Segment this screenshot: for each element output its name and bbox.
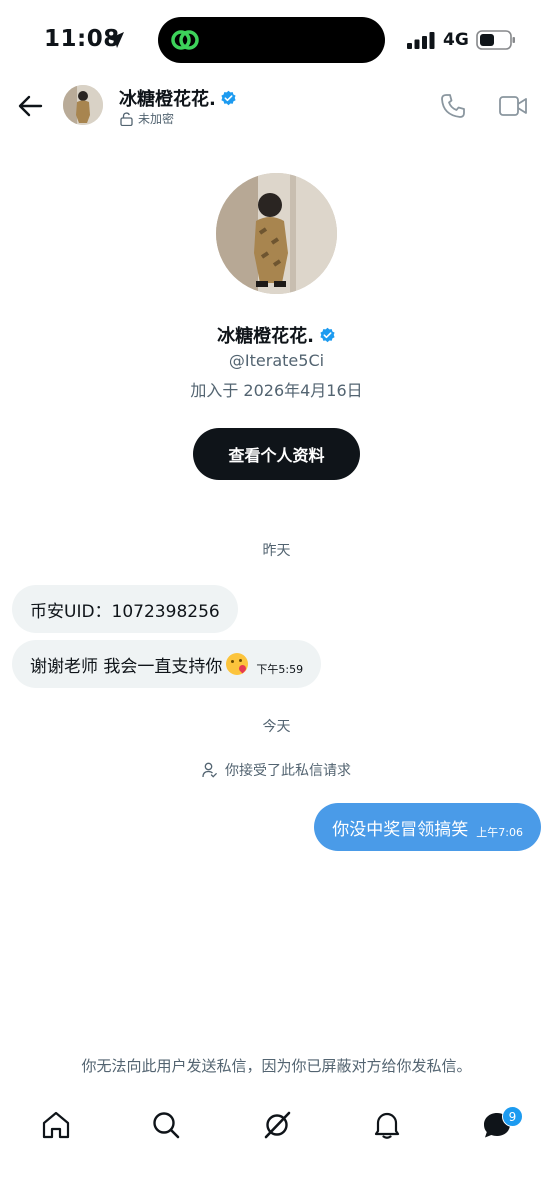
- encryption-status: 未加密: [120, 110, 174, 127]
- request-accepted-text: 你接受了此私信请求: [225, 763, 351, 779]
- cellular-signal-icon: [407, 32, 435, 49]
- encryption-label: 未加密: [138, 112, 175, 126]
- message-timestamp: 下午5:59: [256, 663, 304, 676]
- network-type: 4G: [443, 30, 469, 50]
- profile-handle: @Iterate5Ci: [228, 351, 325, 370]
- profile-name-text: 冰糖橙花花.: [217, 326, 314, 347]
- profile-photo: [216, 173, 337, 294]
- header-name[interactable]: 冰糖橙花花.: [119, 85, 237, 111]
- bell-icon[interactable]: [372, 1110, 402, 1140]
- verified-badge-icon: [221, 90, 236, 105]
- location-arrow-icon: [108, 32, 124, 48]
- unlock-icon: [120, 111, 133, 126]
- header-avatar[interactable]: [63, 85, 103, 125]
- profile-name: 冰糖橙花花.: [0, 322, 553, 348]
- message-bubble-outgoing[interactable]: 你没中奖冒领搞笑 上午7:06: [314, 803, 541, 851]
- search-icon[interactable]: [151, 1110, 181, 1140]
- dynamic-island: [158, 17, 385, 63]
- chat-header: 冰糖橙花花. 未加密: [0, 80, 553, 136]
- header-name-text: 冰糖橙花花.: [119, 89, 216, 110]
- date-divider-yesterday: 昨天: [262, 543, 291, 559]
- status-bar: 11:08 4G: [0, 0, 553, 80]
- arrow-left-icon: [18, 95, 43, 117]
- person-check-icon: [202, 762, 217, 778]
- kissing-face-emoji-icon: [226, 653, 249, 675]
- messages-unread-badge: 9: [502, 1106, 523, 1127]
- profile-avatar[interactable]: [216, 173, 337, 294]
- blocked-notice: 你无法向此用户发送私信，因为你已屏蔽对方给你发私信。: [81, 1057, 472, 1075]
- message-text: 币安UID：1072398256: [30, 601, 220, 622]
- back-button[interactable]: [16, 92, 44, 120]
- avatar-photo: [63, 85, 103, 125]
- bottom-tab-bar: [0, 1100, 553, 1160]
- battery-icon: [476, 30, 515, 50]
- message-text: 你没中奖冒领搞笑: [332, 819, 469, 840]
- profile-joined-date: 加入于 2026年4月16日: [190, 381, 363, 400]
- home-icon[interactable]: [41, 1110, 71, 1140]
- message-bubble-incoming[interactable]: 币安UID：1072398256: [12, 585, 238, 633]
- phone-call-button[interactable]: [440, 93, 466, 119]
- message-bubble-incoming[interactable]: 谢谢老师 我会一直支持你 下午5:59: [12, 640, 322, 688]
- link-chain-icon: [171, 30, 199, 50]
- video-call-button[interactable]: [499, 95, 527, 117]
- date-divider-today: 今天: [262, 719, 291, 735]
- view-profile-button[interactable]: 查看个人资料: [193, 428, 360, 480]
- message-timestamp: 上午7:06: [476, 826, 523, 839]
- grok-icon[interactable]: [262, 1110, 292, 1140]
- message-text: 谢谢老师 我会一直支持你: [30, 656, 223, 677]
- request-accepted-note: 你接受了此私信请求: [0, 760, 553, 780]
- verified-badge-icon: [320, 327, 335, 342]
